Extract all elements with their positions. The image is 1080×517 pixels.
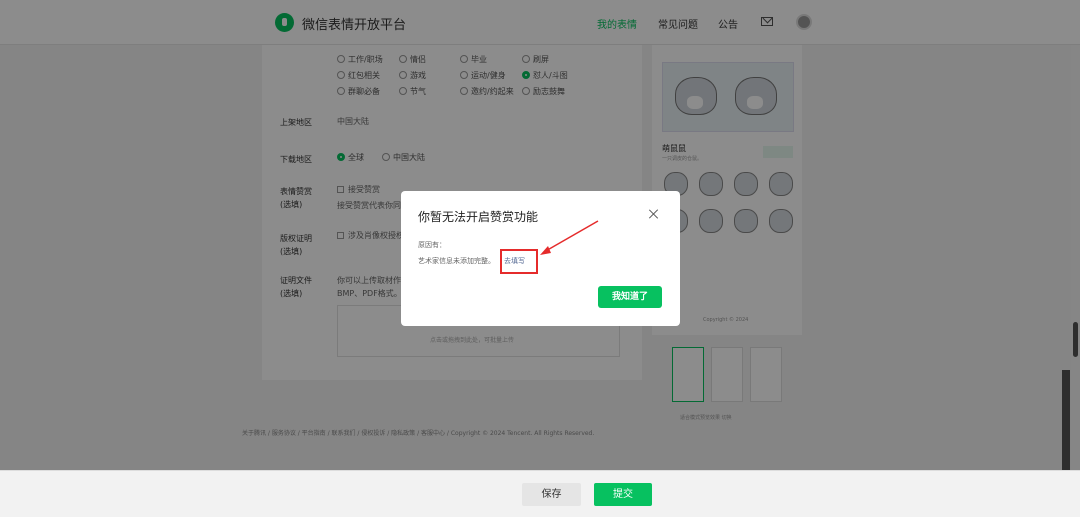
- highlight-box: [500, 249, 538, 274]
- dialog-reason-label: 原因有：: [418, 241, 446, 249]
- dialog-title: 你暂无法开启赞赏功能: [418, 210, 539, 224]
- save-button[interactable]: 保存: [522, 483, 581, 506]
- got-it-button[interactable]: 我知道了: [598, 286, 662, 308]
- annotation-arrow-icon: [540, 220, 599, 255]
- submit-button[interactable]: 提交: [594, 483, 652, 506]
- dialog-reason-text: 艺术家信息未添加完整。: [418, 257, 495, 265]
- close-icon[interactable]: [648, 208, 660, 220]
